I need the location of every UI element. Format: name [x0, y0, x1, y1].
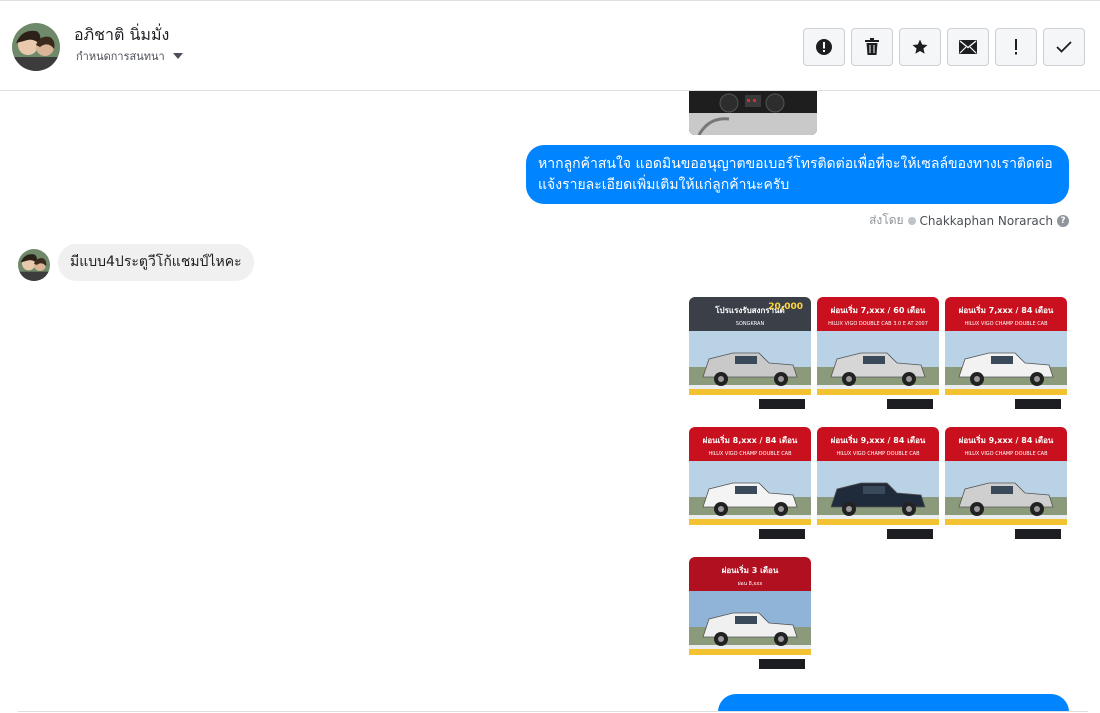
- ad-subtitle: HILUX VIGO CHAMP DOUBLE CAB: [708, 451, 792, 457]
- mark-important-button[interactable]: [995, 28, 1037, 66]
- ad-title: ผ่อนเริ่ม 9,xxx / 84 เดือน: [959, 434, 1054, 445]
- check-icon: [1056, 41, 1072, 53]
- car-ad-image-2[interactable]: ผ่อนเริ่ม 7,xxx / 60 เดือน HILUX VIGO DOU…: [817, 297, 939, 419]
- exclamation-circle-icon: [816, 39, 832, 55]
- admin-badge-icon: [907, 216, 916, 225]
- ad-subtitle: SONGKRAN: [736, 321, 765, 327]
- ad-subtitle: HILUX VIGO CHAMP DOUBLE CAB: [964, 451, 1048, 457]
- next-outgoing-message-bubble[interactable]: [718, 694, 1069, 711]
- car-ad-image-4[interactable]: ผ่อนเริ่ม 8,xxx / 84 เดือน HILUX VIGO CHA…: [689, 427, 811, 549]
- car-ad-graphic: ผ่อนเริ่ม 7,xxx / 84 เดือน HILUX VIGO CHA…: [945, 297, 1067, 419]
- car-ad-graphic: โปรแรงรับสงกรานต์SONGKRAN20,000: [689, 297, 811, 419]
- mark-done-button[interactable]: [1043, 28, 1085, 66]
- message-thread[interactable]: หากลูกค้าสนใจ แอดมินขออนุญาตขอเบอร์โทรติ…: [0, 91, 1100, 711]
- ad-title: ผ่อนเริ่ม 8,xxx / 84 เดือน: [703, 434, 798, 445]
- ad-title: ผ่อนเริ่ม 9,xxx / 84 เดือน: [831, 434, 926, 445]
- ad-subtitle: HILUX VIGO CHAMP DOUBLE CAB: [964, 321, 1048, 327]
- car-ad-image-6[interactable]: ผ่อนเริ่ม 9,xxx / 84 เดือน HILUX VIGO CHA…: [945, 427, 1067, 549]
- sender-name[interactable]: Chakkaphan Norarach: [920, 214, 1053, 228]
- car-ad-image-7[interactable]: ผ่อนเริ่ม 3 เดือนผ่อน 8,xxx: [689, 557, 811, 679]
- car-ad-graphic: ผ่อนเริ่ม 9,xxx / 84 เดือน HILUX VIGO CHA…: [945, 427, 1067, 549]
- ad-subtitle: ผ่อน 8,xxx: [738, 581, 763, 587]
- ad-title: ผ่อนเริ่ม 7,xxx / 84 เดือน: [959, 304, 1054, 315]
- composer-divider: [18, 711, 1088, 712]
- sent-by-label: ส่งโดย: [869, 213, 904, 227]
- mark-unread-button[interactable]: [947, 28, 989, 66]
- ad-subtitle: HILUX VIGO DOUBLE CAB 3.0 E AT 2007: [828, 321, 928, 327]
- previous-image-attachment[interactable]: [689, 91, 817, 135]
- conversation-settings-label: กำหนดการสนทนา: [76, 50, 165, 63]
- ad-title: ผ่อนเริ่ม 7,xxx / 60 เดือน: [831, 304, 926, 315]
- contact-name[interactable]: อภิชาติ นิ่มมั่ง: [74, 23, 169, 48]
- car-ad-graphic: ผ่อนเริ่ม 3 เดือนผ่อน 8,xxx: [689, 557, 811, 679]
- exclamation-icon: [1015, 39, 1017, 55]
- car-ad-graphic: ผ่อนเริ่ม 7,xxx / 60 เดือน HILUX VIGO DOU…: [817, 297, 939, 419]
- conversation-header: อภิชาติ นิ่มมั่ง กำหนดการสนทนา: [0, 0, 1100, 91]
- outgoing-message-bubble[interactable]: หากลูกค้าสนใจ แอดมินขออนุญาตขอเบอร์โทรติ…: [526, 145, 1069, 204]
- contact-avatar[interactable]: [12, 23, 60, 71]
- help-icon[interactable]: ?: [1057, 214, 1069, 227]
- caret-down-icon: [172, 53, 183, 59]
- star-button[interactable]: [899, 28, 941, 66]
- car-ad-image-1[interactable]: โปรแรงรับสงกรานต์ SONGKRAN 20,000: [689, 297, 811, 419]
- ad-price-tag: 20,000: [768, 302, 803, 312]
- sent-by-line: ส่งโดย Chakkaphan Norarach ?: [869, 211, 1069, 230]
- ad-subtitle: HILUX VIGO CHAMP DOUBLE CAB: [836, 451, 920, 457]
- envelope-icon: [959, 40, 977, 54]
- report-button[interactable]: [803, 28, 845, 66]
- delete-button[interactable]: [851, 28, 893, 66]
- trash-icon: [865, 38, 879, 55]
- conversation-settings-dropdown[interactable]: กำหนดการสนทนา: [76, 47, 183, 65]
- car-ad-graphic: ผ่อนเริ่ม 8,xxx / 84 เดือน HILUX VIGO CHA…: [689, 427, 811, 549]
- car-ad-image-5[interactable]: ผ่อนเริ่ม 9,xxx / 84 เดือน HILUX VIGO CHA…: [817, 427, 939, 549]
- header-actions: [803, 28, 1085, 66]
- contact-avatar-small[interactable]: [18, 249, 50, 281]
- ad-title: ผ่อนเริ่ม 3 เดือน: [722, 564, 779, 575]
- car-ad-image-3[interactable]: ผ่อนเริ่ม 7,xxx / 84 เดือน HILUX VIGO CHA…: [945, 297, 1067, 419]
- car-ad-graphic: ผ่อนเริ่ม 9,xxx / 84 เดือน HILUX VIGO CHA…: [817, 427, 939, 549]
- incoming-message-bubble[interactable]: มีแบบ4ประตูวีโก้แชมป์ไหคะ: [58, 244, 254, 281]
- star-icon: [912, 39, 928, 54]
